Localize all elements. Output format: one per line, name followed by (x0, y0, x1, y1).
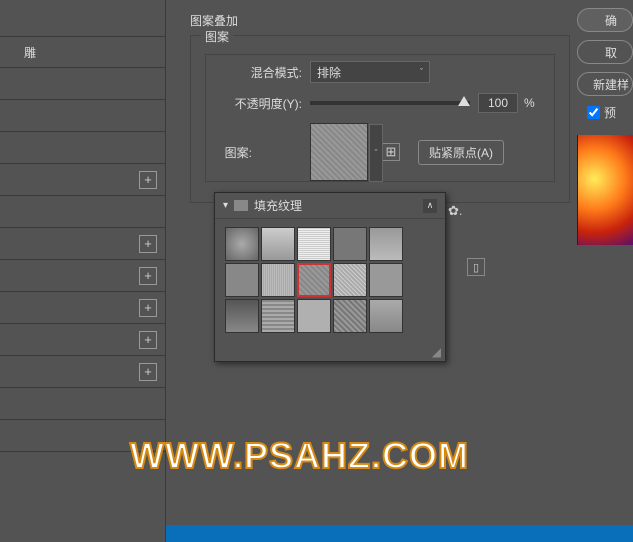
list-row[interactable] (0, 132, 165, 164)
pattern-swatch[interactable] (225, 227, 259, 261)
opacity-slider[interactable] (310, 101, 470, 105)
opacity-unit: % (524, 96, 535, 110)
list-row[interactable]: + (0, 228, 165, 260)
add-icon[interactable]: + (139, 267, 157, 285)
opacity-row: 不透明度(Y): % (206, 93, 554, 113)
opacity-label: 不透明度(Y): (206, 95, 302, 112)
blend-mode-dropdown[interactable]: 排除 ˇ (310, 61, 430, 83)
list-row[interactable]: 雕 (0, 36, 165, 68)
pattern-swatch[interactable] (333, 299, 367, 333)
pattern-overlay-group: 图案 混合模式: 排除 ˇ 不透明度(Y): % 图案: ˇ ⊞ (190, 35, 570, 203)
pattern-swatch[interactable] (369, 227, 403, 261)
pattern-swatch[interactable] (261, 299, 295, 333)
create-new-preset-icon[interactable]: ⊞ (382, 143, 400, 161)
list-row[interactable] (0, 100, 165, 132)
preview-checkbox[interactable] (587, 106, 600, 119)
slider-thumb-icon[interactable] (458, 96, 470, 106)
list-item-label: 雕 (0, 44, 157, 61)
picker-header: ▾ 填充纹理 ∧ (215, 193, 445, 219)
add-icon[interactable]: + (139, 331, 157, 349)
list-row[interactable]: + (0, 260, 165, 292)
list-row[interactable]: + (0, 292, 165, 324)
pattern-swatch[interactable] (333, 263, 367, 297)
add-icon[interactable]: + (139, 363, 157, 381)
add-icon[interactable]: + (139, 171, 157, 189)
blend-mode-value: 排除 (317, 64, 341, 81)
list-row[interactable] (0, 388, 165, 420)
pattern-subgroup: 混合模式: 排除 ˇ 不透明度(Y): % 图案: ˇ ⊞ 贴紧原点(A) (205, 54, 555, 182)
group-title: 图案叠加 (190, 12, 633, 29)
pattern-swatch[interactable] (225, 263, 259, 297)
list-row[interactable]: + (0, 324, 165, 356)
list-row[interactable] (0, 196, 165, 228)
pattern-swatch[interactable] (333, 227, 367, 261)
pattern-swatch[interactable] (369, 299, 403, 333)
pattern-swatch[interactable] (261, 227, 295, 261)
snap-to-origin-button[interactable]: 贴紧原点(A) (418, 140, 504, 165)
link-scale-icon[interactable]: ▯ (467, 258, 485, 276)
dialog-buttons: 确 取 新建样 预 (577, 8, 633, 245)
add-icon[interactable]: + (139, 235, 157, 253)
list-row[interactable]: + (0, 164, 165, 196)
chevron-down-icon: ˇ (420, 67, 423, 77)
resize-handle-icon[interactable]: ◢ (432, 345, 441, 359)
pattern-group-name: 填充纹理 (254, 197, 302, 214)
pattern-swatch[interactable] (369, 263, 403, 297)
pattern-picker-popup: ▾ 填充纹理 ∧ ◢ (214, 192, 446, 362)
taskbar (166, 518, 633, 542)
pattern-picker-toggle[interactable]: ˇ (369, 124, 383, 182)
ok-button[interactable]: 确 (577, 8, 633, 32)
cancel-button[interactable]: 取 (577, 40, 633, 64)
pattern-preview-swatch[interactable]: ˇ (310, 123, 368, 181)
subgroup-title: 图案 (201, 28, 233, 45)
pattern-swatch[interactable] (225, 299, 259, 333)
list-row[interactable]: + (0, 356, 165, 388)
list-row[interactable] (0, 68, 165, 100)
pattern-grid (215, 219, 445, 341)
effect-preview (577, 135, 633, 245)
preview-label: 预 (604, 104, 616, 121)
new-style-button[interactable]: 新建样 (577, 72, 633, 96)
watermark-text: WWW.PSAHZ.COM (130, 435, 469, 477)
chevron-down-icon: ˇ (375, 148, 378, 158)
pattern-swatch-selected[interactable] (297, 263, 331, 297)
pattern-row: 图案: ˇ ⊞ 贴紧原点(A) (206, 123, 554, 181)
pattern-swatch[interactable] (261, 263, 295, 297)
add-icon[interactable]: + (139, 299, 157, 317)
scroll-up-icon[interactable]: ∧ (423, 199, 437, 213)
folder-icon (234, 200, 248, 211)
picker-menu-gear-icon[interactable]: ✿. (448, 202, 466, 220)
pattern-swatch[interactable] (297, 227, 331, 261)
blend-mode-label: 混合模式: (206, 64, 302, 81)
pattern-swatch[interactable] (297, 299, 331, 333)
blend-mode-row: 混合模式: 排除 ˇ (206, 61, 554, 83)
collapse-icon[interactable]: ▾ (223, 200, 228, 211)
opacity-input[interactable] (478, 93, 518, 113)
preview-checkbox-row[interactable]: 预 (577, 104, 633, 121)
pattern-label: 图案: (206, 144, 252, 161)
preview-thumbnail (578, 135, 633, 245)
